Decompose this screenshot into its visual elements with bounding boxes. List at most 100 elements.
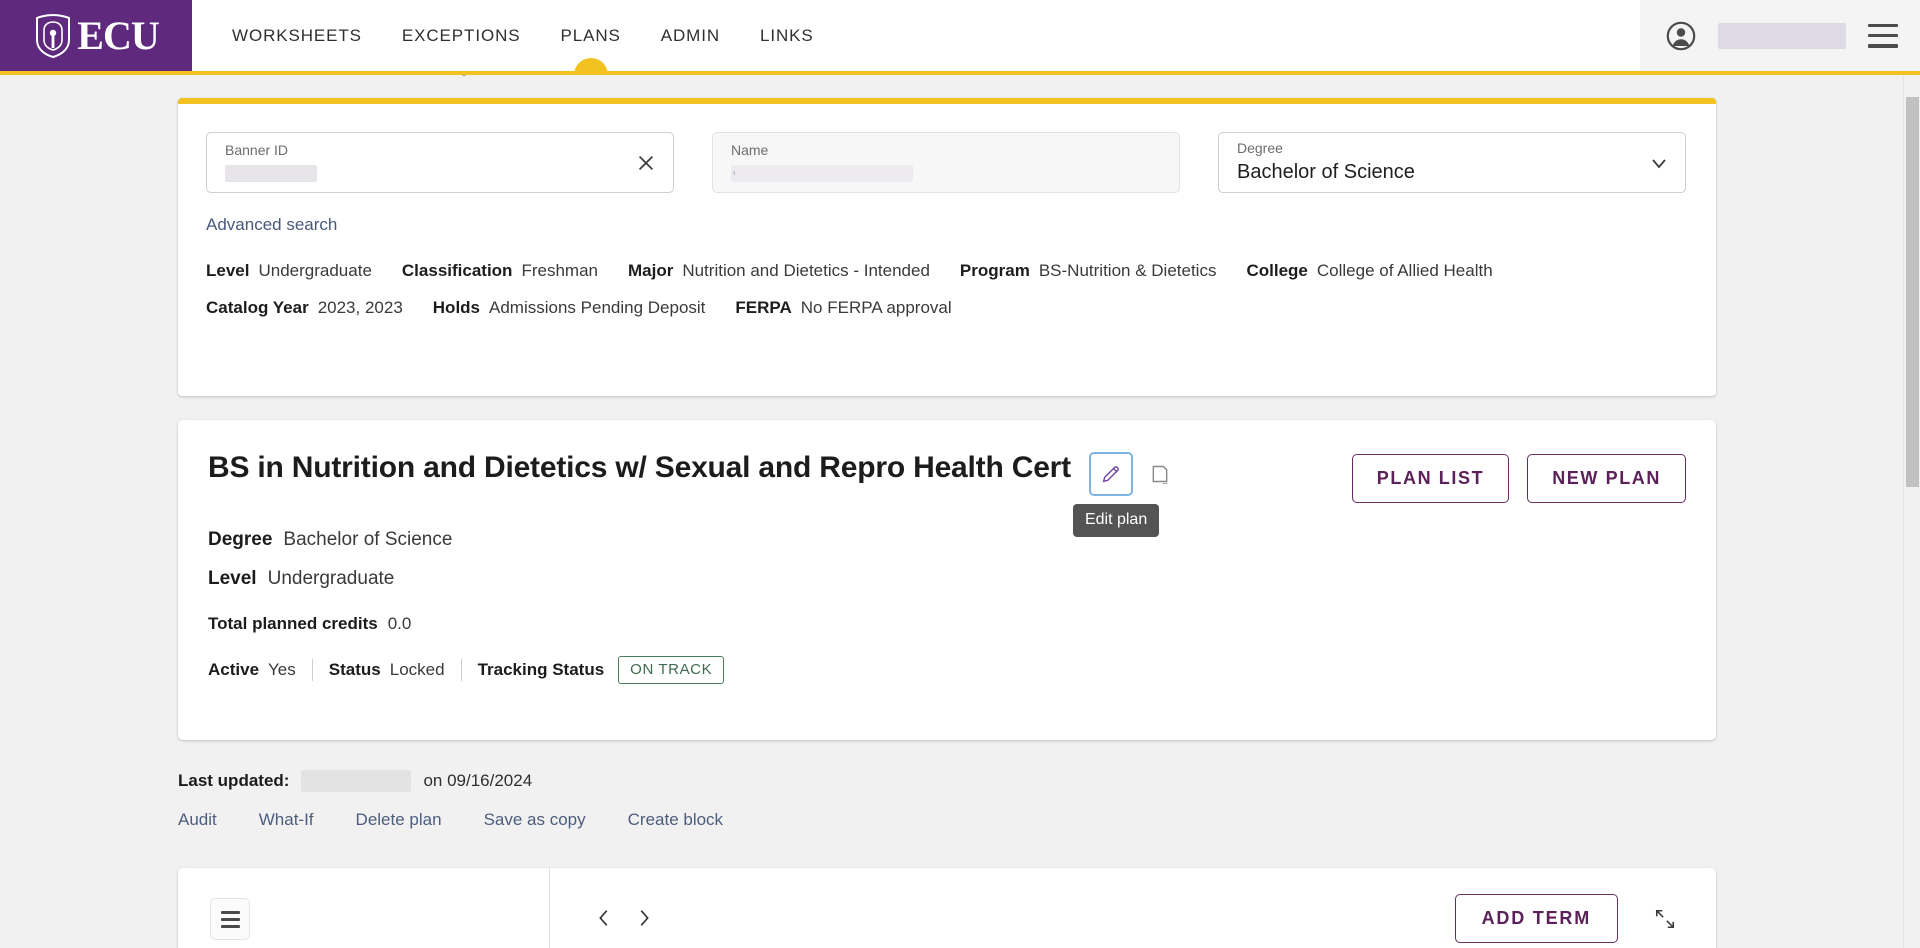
banner-id-field[interactable]: Banner ID bbox=[206, 132, 674, 193]
info-classification-value: Freshman bbox=[521, 261, 598, 280]
previous-term-button[interactable] bbox=[584, 896, 624, 940]
plan-action-buttons: PLAN LIST NEW PLAN bbox=[1351, 454, 1686, 503]
last-updated-line: Last updated: on 09/16/2024 bbox=[178, 770, 1716, 792]
info-major-value: Nutrition and Dietetics - Intended bbox=[682, 261, 930, 280]
user-name-redacted bbox=[1718, 22, 1846, 49]
plan-level-value: Undergraduate bbox=[267, 568, 395, 589]
list-menu-icon-bar bbox=[220, 917, 240, 921]
chevron-left-icon bbox=[599, 910, 608, 926]
banner-id-label: Banner ID bbox=[225, 142, 289, 159]
plan-credits-row: Total planned credits 0.0 bbox=[208, 614, 1686, 634]
info-catalog-year: Catalog Year 2023, 2023 bbox=[206, 298, 403, 318]
plan-status-value: Locked bbox=[389, 660, 445, 679]
plan-editor-toolbar: ADD TERM bbox=[178, 868, 1716, 948]
info-ferpa-value: No FERPA approval bbox=[800, 298, 952, 317]
info-ferpa: FERPA No FERPA approval bbox=[735, 298, 951, 318]
list-menu-icon-bar bbox=[220, 924, 240, 928]
name-value: , bbox=[732, 160, 737, 177]
info-ferpa-key: FERPA bbox=[735, 298, 792, 317]
info-major-key: Major bbox=[627, 261, 674, 280]
page-scroll-area[interactable]: Data refreshed 09/16/2024 4:46 AM Banner… bbox=[0, 0, 1920, 948]
info-college-key: College bbox=[1246, 261, 1308, 280]
plan-header: BS in Nutrition and Dietetics w/ Sexual … bbox=[208, 450, 1686, 537]
info-college: College College of Allied Health bbox=[1246, 261, 1492, 281]
plan-detail-card: BS in Nutrition and Dietetics w/ Sexual … bbox=[178, 420, 1716, 740]
name-value-redacted bbox=[731, 164, 913, 182]
brand-logo: ECU bbox=[33, 13, 160, 59]
next-term-button[interactable] bbox=[624, 896, 664, 940]
plan-credits-value: 0.0 bbox=[387, 614, 412, 633]
plan-level-row: Level Undergraduate bbox=[208, 568, 1686, 590]
nav-item-plans[interactable]: PLANS bbox=[541, 0, 641, 71]
page-scrollbar-track[interactable] bbox=[1903, 75, 1920, 948]
banner-id-value-redacted bbox=[225, 164, 317, 182]
plan-degree-key: Degree bbox=[208, 529, 273, 550]
toolbar-right-panel: ADD TERM bbox=[550, 868, 1716, 948]
plan-status-key: Status bbox=[328, 660, 381, 679]
toolbar-left-panel bbox=[178, 868, 550, 948]
plan-degree-row: Degree Bachelor of Science bbox=[208, 529, 1686, 551]
degree-dropdown-button[interactable] bbox=[1645, 149, 1673, 177]
hamburger-menu-icon-bar bbox=[1868, 23, 1898, 27]
nav-item-admin[interactable]: ADMIN bbox=[641, 0, 740, 71]
expand-fullscreen-icon bbox=[1655, 909, 1675, 928]
degree-select[interactable]: Degree Bachelor of Science bbox=[1218, 132, 1686, 193]
nav-item-worksheets[interactable]: WORKSHEETS bbox=[212, 0, 382, 71]
create-block-link[interactable]: Create block bbox=[628, 810, 723, 830]
plan-credits-key: Total planned credits bbox=[208, 614, 378, 633]
student-info-row-2: Catalog Year 2023, 2023 Holds Admissions… bbox=[206, 298, 1688, 318]
banner-id-clear-button[interactable] bbox=[633, 150, 659, 176]
nav-item-exceptions[interactable]: EXCEPTIONS bbox=[382, 0, 541, 71]
info-program-value: BS-Nutrition & Dietetics bbox=[1038, 261, 1217, 280]
last-updated-block: Last updated: on 09/16/2024 Audit What-I… bbox=[178, 770, 1716, 830]
last-updated-label: Last updated: bbox=[178, 771, 290, 790]
chevron-down-icon bbox=[1652, 158, 1666, 168]
student-info-row-1: Level Undergraduate Classification Fresh… bbox=[206, 261, 1688, 281]
application-header: ECU WORKSHEETS EXCEPTIONS PLANS ADMIN LI… bbox=[0, 0, 1920, 75]
degree-label: Degree bbox=[1237, 140, 1283, 157]
chevron-right-icon bbox=[640, 910, 649, 926]
delete-plan-link[interactable]: Delete plan bbox=[356, 810, 442, 830]
divider bbox=[460, 659, 462, 681]
add-term-button[interactable]: ADD TERM bbox=[1454, 894, 1618, 943]
ecu-shield-logo-icon bbox=[36, 13, 71, 58]
page-scrollbar-thumb[interactable] bbox=[1906, 97, 1919, 487]
info-holds-key: Holds bbox=[432, 298, 481, 317]
save-as-copy-link[interactable]: Save as copy bbox=[484, 810, 586, 830]
info-level-value: Undergraduate bbox=[258, 261, 372, 280]
last-updated-user-redacted bbox=[301, 770, 412, 792]
info-college-value: College of Allied Health bbox=[1316, 261, 1493, 280]
advanced-search-link[interactable]: Advanced search bbox=[206, 215, 337, 235]
audit-link[interactable]: Audit bbox=[178, 810, 217, 830]
info-program-key: Program bbox=[959, 261, 1030, 280]
expand-view-button[interactable] bbox=[1650, 904, 1680, 934]
plan-title: BS in Nutrition and Dietetics w/ Sexual … bbox=[208, 451, 1071, 484]
info-level-key: Level bbox=[206, 261, 250, 280]
new-plan-button[interactable]: NEW PLAN bbox=[1527, 454, 1686, 503]
info-major: Major Nutrition and Dietetics - Intended bbox=[628, 261, 930, 281]
ecu-brand[interactable]: ECU bbox=[0, 0, 192, 71]
edit-plan-button[interactable] bbox=[1088, 452, 1133, 496]
info-holds-value: Admissions Pending Deposit bbox=[489, 298, 706, 317]
plan-list-button[interactable]: PLAN LIST bbox=[1351, 454, 1510, 503]
main-menu-button[interactable] bbox=[1868, 23, 1898, 48]
plan-links-row: Audit What-If Delete plan Save as copy C… bbox=[178, 810, 1716, 830]
user-avatar-icon[interactable] bbox=[1666, 21, 1696, 51]
name-field[interactable]: Name , bbox=[712, 132, 1180, 193]
main-navigation: WORKSHEETS EXCEPTIONS PLANS ADMIN LINKS bbox=[192, 0, 1640, 71]
info-holds: Holds Admissions Pending Deposit bbox=[433, 298, 706, 318]
toolbar-list-menu-button[interactable] bbox=[210, 898, 250, 940]
plan-level-key: Level bbox=[208, 568, 257, 589]
plan-degree-value: Bachelor of Science bbox=[283, 529, 453, 550]
name-label: Name bbox=[731, 142, 769, 159]
degree-value: Bachelor of Science bbox=[1237, 160, 1415, 183]
close-x-icon bbox=[638, 155, 654, 170]
nav-item-links[interactable]: LINKS bbox=[740, 0, 834, 71]
plan-active-value: Yes bbox=[268, 660, 296, 679]
info-classification: Classification Freshman bbox=[402, 261, 598, 281]
plan-title-actions: Edit plan bbox=[1072, 452, 1175, 537]
plan-notes-button[interactable] bbox=[1144, 459, 1175, 489]
what-if-link[interactable]: What-If bbox=[259, 810, 314, 830]
info-level: Level Undergraduate bbox=[206, 261, 372, 281]
divider bbox=[311, 659, 313, 681]
